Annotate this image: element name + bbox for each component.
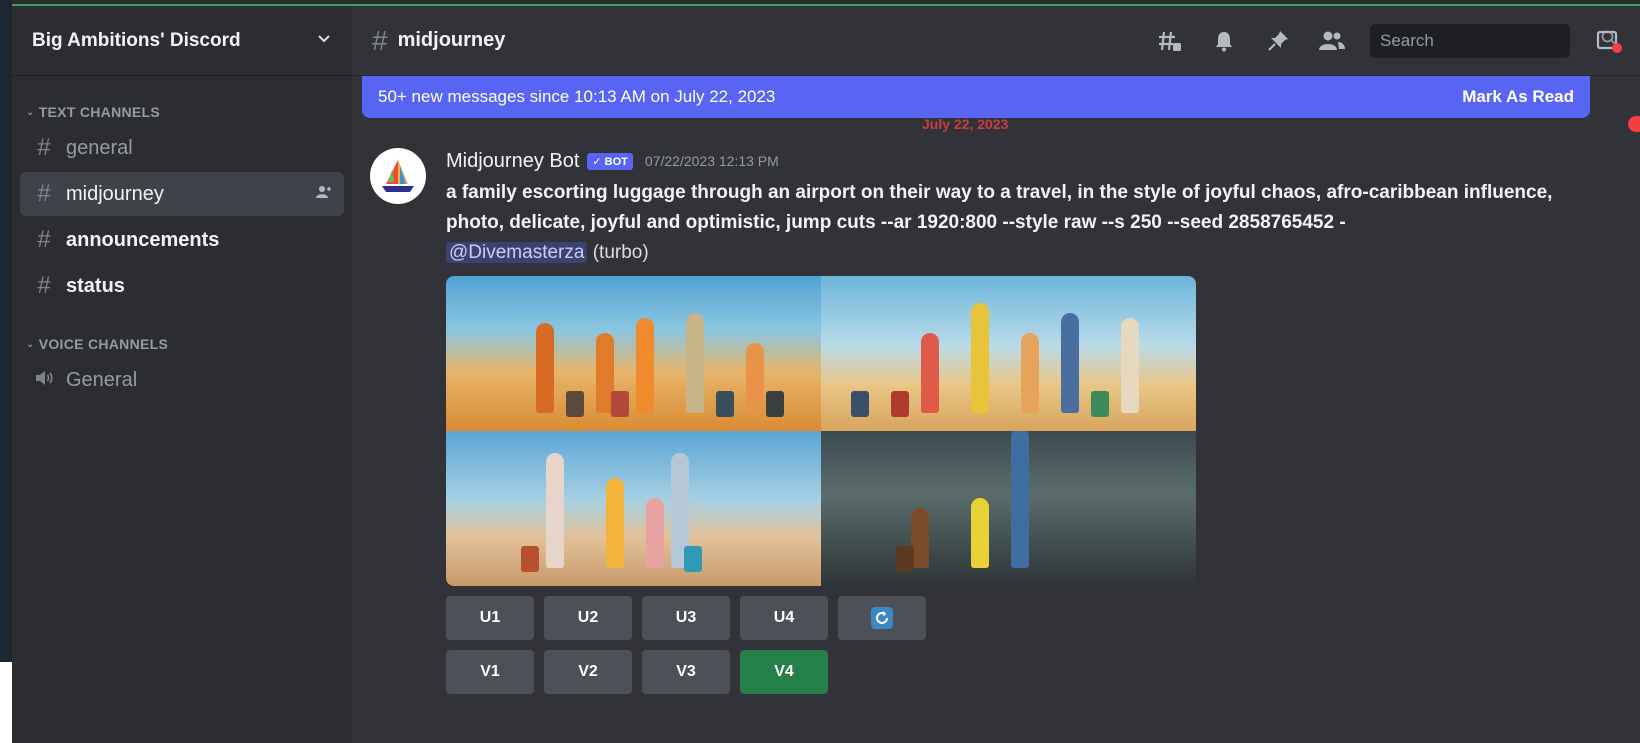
text-channel-icon: #: [37, 272, 51, 299]
avatar[interactable]: [370, 148, 426, 204]
channel-list: ⌄ TEXT CHANNELS # general # midjourney #…: [12, 76, 352, 404]
user-mention[interactable]: @Divemasterza: [446, 242, 588, 263]
speaker-icon: [32, 366, 56, 394]
image-tile-4[interactable]: [821, 431, 1196, 586]
inbox-unread-dot: [1612, 42, 1622, 53]
variation-2-button[interactable]: V2: [544, 650, 632, 694]
category-label: TEXT CHANNELS: [38, 104, 161, 120]
channel-label: General: [66, 368, 138, 391]
discord-app: Big Ambitions' Discord ⌄ TEXT CHANNELS #…: [12, 6, 1640, 743]
background-window-strip-lower: [0, 662, 12, 743]
prompt-text: a family escorting luggage through an ai…: [446, 182, 1553, 233]
date-divider: July 22, 2023: [922, 116, 1009, 132]
search-bar[interactable]: [1370, 23, 1617, 58]
message: Midjourney Bot ✓ BOT 07/22/2023 12:13 PM…: [370, 148, 1610, 694]
new-messages-banner[interactable]: 50+ new messages since 10:13 AM on July …: [362, 76, 1590, 118]
chevron-down-icon: ⌄: [26, 106, 35, 118]
variation-buttons: V1 V2 V3 V4: [446, 650, 1610, 694]
text-channel-thread-icon: #: [37, 180, 51, 207]
bot-badge: ✓ BOT: [587, 152, 633, 170]
channel-label: announcements: [66, 228, 220, 251]
create-invite-icon[interactable]: [316, 185, 332, 203]
reroll-button[interactable]: [838, 596, 926, 640]
pin-icon[interactable]: [1262, 25, 1294, 57]
image-tile-2[interactable]: [821, 276, 1196, 431]
message-header: Midjourney Bot ✓ BOT 07/22/2023 12:13 PM: [446, 148, 1610, 174]
category-label: VOICE CHANNELS: [38, 336, 169, 352]
image-tile-1[interactable]: [446, 276, 821, 431]
image-attachment-grid[interactable]: [446, 276, 1196, 586]
category-voice-channels[interactable]: ⌄ VOICE CHANNELS: [20, 332, 344, 356]
upscale-3-button[interactable]: U3: [642, 596, 730, 640]
server-name: Big Ambitions' Discord: [32, 29, 241, 51]
search-input[interactable]: [1380, 30, 1601, 51]
voice-channel-general[interactable]: General: [20, 358, 344, 402]
text-channel-icon: #: [37, 226, 51, 253]
message-content: a family escorting luggage through an ai…: [446, 178, 1571, 268]
text-channel-thread-icon: #: [372, 24, 388, 56]
channel-label: midjourney: [66, 182, 164, 205]
image-tile-3[interactable]: [446, 431, 821, 586]
variation-1-button[interactable]: V1: [446, 650, 534, 694]
reroll-icon: [871, 607, 893, 629]
channel-midjourney[interactable]: # midjourney: [20, 172, 344, 216]
channel-title: midjourney: [397, 29, 506, 51]
background-window-strip: [0, 0, 12, 743]
new-badge: [1628, 116, 1640, 132]
channel-label: general: [66, 136, 133, 159]
message-body: Midjourney Bot ✓ BOT 07/22/2023 12:13 PM…: [446, 148, 1610, 694]
upscale-4-button[interactable]: U4: [740, 596, 828, 640]
members-icon[interactable]: [1316, 25, 1348, 57]
channel-announcements[interactable]: # announcements: [20, 218, 344, 262]
bell-icon[interactable]: [1208, 25, 1240, 57]
mode-suffix: (turbo): [587, 242, 649, 263]
message-timestamp: 07/22/2023 12:13 PM: [644, 153, 779, 169]
server-header[interactable]: Big Ambitions' Discord: [12, 6, 352, 76]
channel-header: # midjourney: [352, 6, 1640, 76]
mark-as-read-button[interactable]: Mark As Read: [1462, 87, 1574, 107]
category-text-channels[interactable]: ⌄ TEXT CHANNELS: [20, 100, 344, 124]
upscale-2-button[interactable]: U2: [544, 596, 632, 640]
midjourney-sailboat-icon: [382, 160, 414, 192]
chevron-down-icon[interactable]: [316, 30, 332, 51]
upscale-1-button[interactable]: U1: [446, 596, 534, 640]
inbox-icon[interactable]: [1592, 25, 1624, 57]
variation-3-button[interactable]: V3: [642, 650, 730, 694]
upscale-buttons: U1 U2 U3 U4: [446, 596, 1610, 640]
threads-icon[interactable]: [1154, 25, 1186, 57]
variation-4-button[interactable]: V4: [740, 650, 828, 694]
new-messages-text: 50+ new messages since 10:13 AM on July …: [378, 87, 776, 106]
channel-label: status: [66, 274, 125, 297]
chevron-down-icon: ⌄: [26, 338, 35, 350]
text-channel-thread-icon: #: [37, 134, 51, 161]
channel-status[interactable]: # status: [20, 264, 344, 308]
author-name[interactable]: Midjourney Bot: [446, 150, 579, 173]
channel-general[interactable]: # general: [20, 126, 344, 170]
channel-sidebar: Big Ambitions' Discord ⌄ TEXT CHANNELS #…: [12, 6, 352, 743]
chat-area: # midjourney Search 50+ new messages sin…: [352, 6, 1640, 743]
